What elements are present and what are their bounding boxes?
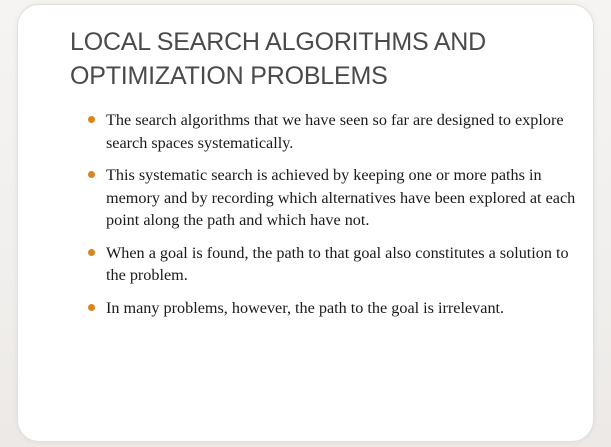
bullet-item: In many problems, however, the path to t… bbox=[84, 297, 589, 320]
bullet-item: When a goal is found, the path to that g… bbox=[84, 242, 589, 287]
bullet-dot-icon bbox=[88, 303, 95, 311]
bullet-item: This systematic search is achieved by ke… bbox=[84, 164, 589, 232]
slide-title: LOCAL SEARCH ALGORITHMS AND OPTIMIZATION… bbox=[70, 25, 590, 93]
bullet-text: When a goal is found, the path to that g… bbox=[106, 243, 569, 285]
bullet-list: The search algorithms that we have seen … bbox=[84, 109, 589, 329]
slide: LOCAL SEARCH ALGORITHMS AND OPTIMIZATION… bbox=[17, 4, 594, 442]
presentation-frame: LOCAL SEARCH ALGORITHMS AND OPTIMIZATION… bbox=[0, 0, 611, 447]
bullet-dot-icon bbox=[88, 116, 95, 123]
bullet-text: In many problems, however, the path to t… bbox=[106, 298, 505, 317]
slide-title-line-1: LOCAL SEARCH ALGORITHMS AND bbox=[70, 28, 486, 56]
slide-title-line-2: OPTIMIZATION PROBLEMS bbox=[70, 62, 388, 90]
bullet-text: The search algorithms that we have seen … bbox=[106, 111, 564, 152]
bullet-item: The search algorithms that we have seen … bbox=[84, 109, 589, 154]
bullet-dot-icon bbox=[88, 248, 95, 256]
bullet-text: This systematic search is achieved by ke… bbox=[106, 166, 576, 229]
bullet-dot-icon bbox=[88, 171, 95, 178]
